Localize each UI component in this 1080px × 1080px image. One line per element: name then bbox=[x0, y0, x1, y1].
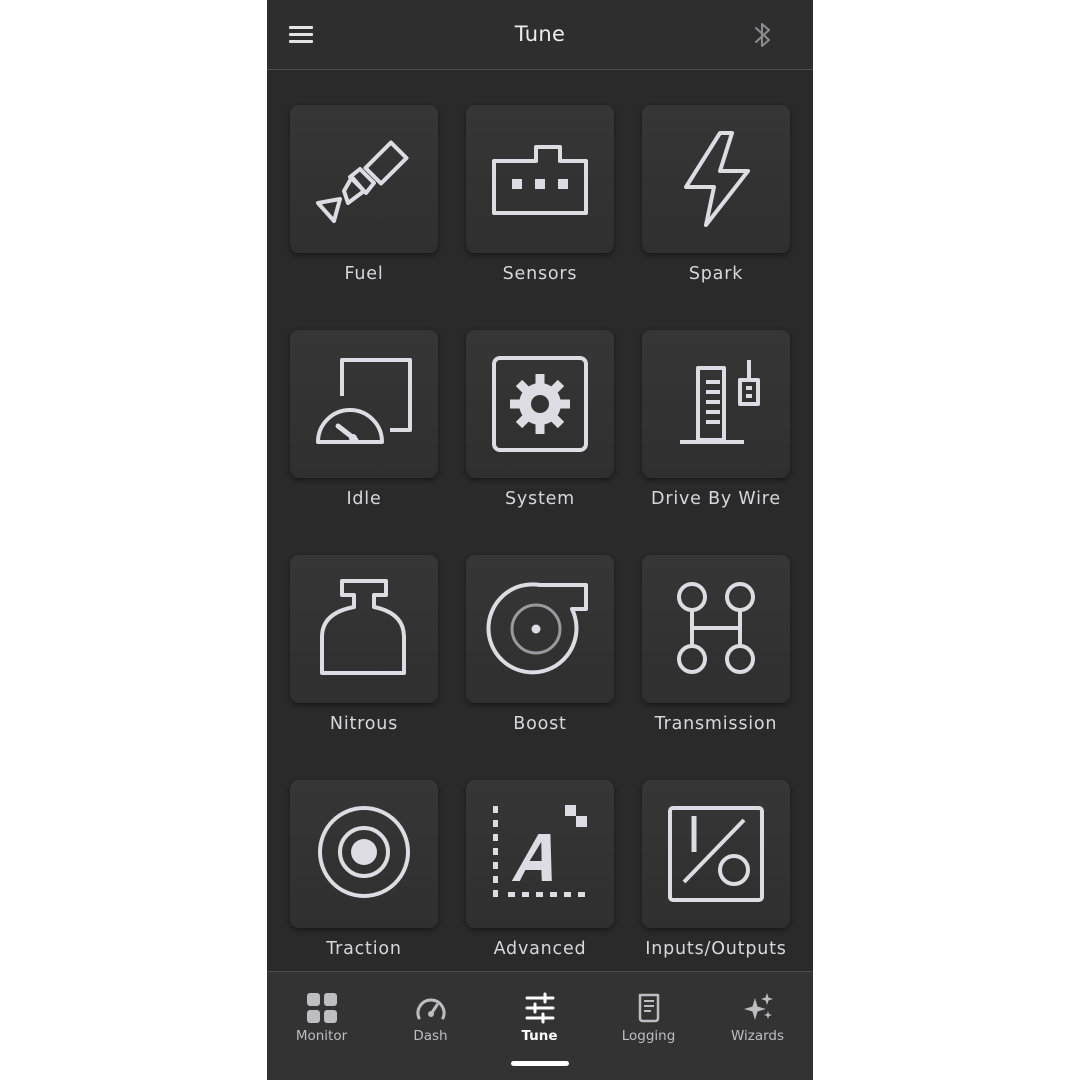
boost-card[interactable] bbox=[466, 555, 614, 703]
tile-fuel[interactable]: Fuel bbox=[267, 70, 443, 295]
top-app-bar: Tune bbox=[267, 0, 813, 70]
advanced-chart-icon bbox=[493, 805, 587, 897]
sparkles-icon bbox=[744, 993, 773, 1020]
tile-spark[interactable]: Spark bbox=[619, 70, 795, 295]
app-screen: Tune Fuel Sensors Spark Idle System Driv… bbox=[267, 0, 813, 1080]
lightning-bolt-icon bbox=[684, 131, 750, 227]
nav-label: Dash bbox=[413, 1028, 448, 1044]
bluetooth-icon[interactable] bbox=[751, 20, 775, 50]
traction-card[interactable] bbox=[290, 780, 438, 928]
tile-label: Nitrous bbox=[329, 714, 399, 734]
nav-monitor[interactable]: Monitor bbox=[267, 972, 376, 1072]
bottom-navigation: Monitor Dash Tune Logging Wizards bbox=[267, 971, 813, 1080]
throttle-pedal-icon bbox=[680, 360, 760, 444]
spark-card[interactable] bbox=[642, 105, 790, 253]
tile-sensors[interactable]: Sensors bbox=[443, 70, 619, 295]
fuel-injector-icon bbox=[316, 140, 409, 223]
idle-card[interactable] bbox=[290, 330, 438, 478]
io-toggle-icon bbox=[668, 806, 764, 902]
grid-icon bbox=[307, 993, 337, 1023]
tile-inputs-outputs[interactable]: Inputs/Outputs bbox=[619, 745, 795, 970]
nav-label: Logging bbox=[621, 1028, 676, 1044]
system-card[interactable] bbox=[466, 330, 614, 478]
gear-box-icon bbox=[492, 356, 588, 452]
tile-drive-by-wire[interactable]: Drive By Wire bbox=[619, 295, 795, 520]
tile-label: Sensors bbox=[502, 264, 578, 284]
tile-label: Traction bbox=[326, 939, 402, 959]
nav-label: Monitor bbox=[295, 1028, 348, 1044]
nav-label: Wizards bbox=[730, 1028, 785, 1044]
tile-transmission[interactable]: Transmission bbox=[619, 520, 795, 745]
turbo-icon bbox=[486, 582, 588, 675]
nav-wizards[interactable]: Wizards bbox=[703, 972, 812, 1072]
nav-tune[interactable]: Tune bbox=[485, 972, 594, 1072]
tile-label: Drive By Wire bbox=[651, 489, 781, 509]
tile-traction[interactable]: Traction bbox=[267, 745, 443, 970]
tile-label: Idle bbox=[346, 489, 382, 509]
log-document-icon bbox=[638, 993, 660, 1023]
tile-label: System bbox=[504, 489, 576, 509]
nav-label: Tune bbox=[521, 1028, 558, 1044]
page-title: Tune bbox=[514, 22, 566, 46]
drive-by-wire-card[interactable] bbox=[642, 330, 790, 478]
inputs-outputs-card[interactable] bbox=[642, 780, 790, 928]
speedometer-icon bbox=[416, 998, 446, 1020]
tile-label: Transmission bbox=[654, 714, 778, 734]
transmission-card[interactable] bbox=[642, 555, 790, 703]
tile-boost[interactable]: Boost bbox=[443, 520, 619, 745]
tile-label: Spark bbox=[688, 264, 744, 284]
nitrous-card[interactable] bbox=[290, 555, 438, 703]
tile-system[interactable]: System bbox=[443, 295, 619, 520]
sliders-icon bbox=[525, 992, 555, 1024]
nav-dash[interactable]: Dash bbox=[376, 972, 485, 1072]
idle-gauge-icon bbox=[316, 358, 412, 444]
fuel-card[interactable] bbox=[290, 105, 438, 253]
tile-idle[interactable]: Idle bbox=[267, 295, 443, 520]
tile-label: Inputs/Outputs bbox=[645, 939, 787, 959]
sensors-card[interactable] bbox=[466, 105, 614, 253]
target-icon bbox=[318, 806, 410, 898]
nitrous-bottle-icon bbox=[320, 579, 406, 675]
tile-label: Fuel bbox=[344, 264, 384, 284]
advanced-card[interactable] bbox=[466, 780, 614, 928]
shift-pattern-icon bbox=[677, 582, 755, 674]
tile-nitrous[interactable]: Nitrous bbox=[267, 520, 443, 745]
nav-logging[interactable]: Logging bbox=[594, 972, 703, 1072]
tune-category-grid: Fuel Sensors Spark Idle System Drive By … bbox=[267, 70, 813, 970]
sensor-connector-icon bbox=[492, 145, 588, 215]
active-tab-indicator bbox=[511, 1061, 569, 1066]
tile-advanced[interactable]: Advanced bbox=[443, 745, 619, 970]
tile-label: Boost bbox=[513, 714, 567, 734]
tile-label: Advanced bbox=[493, 939, 587, 959]
